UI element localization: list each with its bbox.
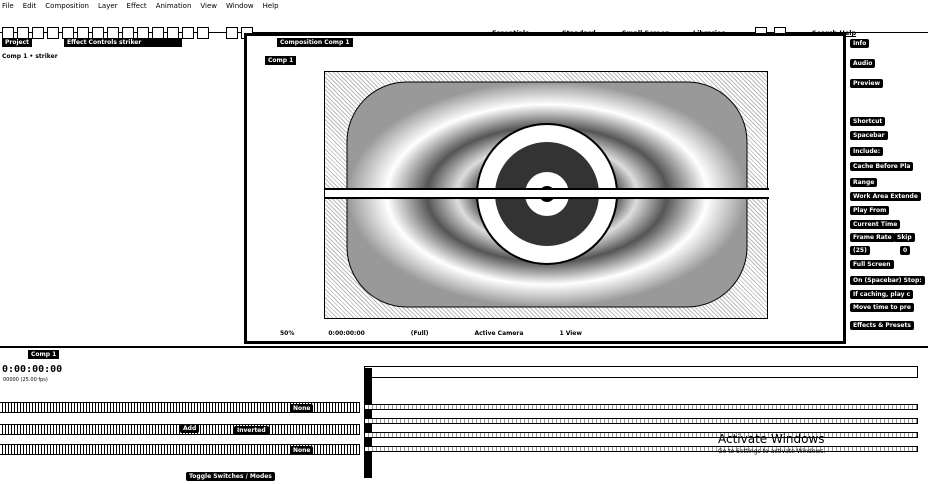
full-screen-checkbox[interactable]: Full Screen [850,260,894,269]
menu-file[interactable]: File [2,2,14,10]
cache-before-playback-checkbox[interactable]: Cache Before Pla [850,162,914,171]
menu-help[interactable]: Help [263,2,279,10]
composition-viewer[interactable] [324,71,769,319]
snapping-icon[interactable] [226,27,238,39]
skip-select[interactable]: 0 [900,246,911,255]
menu-window[interactable]: Window [226,2,254,10]
audio-panel-tab[interactable]: Audio [850,59,876,68]
timeline-timecode[interactable]: 0:00:00:00 [2,364,62,375]
tab-composition[interactable]: Composition Comp 1 [277,38,353,47]
mask-mode-select[interactable]: Add [180,424,200,433]
timeline-panel: Comp 1 0:00:00:00 00000 (25.00 fps) None… [0,346,928,484]
roto-brush-tool-icon[interactable] [182,27,194,39]
preview-panel-tab[interactable]: Preview [850,79,884,88]
on-spacebar-stop-label: On (Spacebar) Stop: [850,276,925,285]
camera-select[interactable]: Active Camera [474,330,523,337]
view-layout-select[interactable]: 1 View [559,330,581,337]
move-time-checkbox[interactable]: Move time to pre [850,303,914,312]
effects-presets-tab[interactable]: Effects & Presets [850,321,914,330]
zoom-select[interactable]: 50% [280,330,294,337]
rotate-tool-icon[interactable] [47,27,59,39]
menu-layer[interactable]: Layer [98,2,118,10]
puppet-tool-icon[interactable] [197,27,209,39]
shortcut-select[interactable]: Spacebar [850,131,888,140]
comp-viewer-controls: 50% 0:00:00:00 (Full) Active Camera 1 Vi… [250,327,840,339]
frame-rate-label: Frame Rate [850,233,895,242]
effect-controls-breadcrumb: Comp 1 • striker [2,53,58,60]
zoom-tool-icon[interactable] [32,27,44,39]
menu-composition[interactable]: Composition [45,2,89,10]
current-time-display[interactable]: 0:00:00:00 [328,330,364,337]
tab-project[interactable]: Project [2,38,33,47]
right-panels: Info Audio Preview Shortcut Spacebar Inc… [848,33,928,345]
track-bar [364,404,918,410]
resolution-select[interactable]: (Full) [411,330,429,337]
info-panel-tab[interactable]: Info [850,39,870,48]
track-bar [364,446,918,452]
tools-toolbar: Essentials Standard Small Screen Librari… [0,12,928,39]
play-from-label: Play From [850,206,890,215]
inverted-checkbox[interactable]: Inverted [234,426,269,435]
tab-timeline-comp[interactable]: Comp 1 [28,350,60,359]
comp-render-image [325,81,769,308]
tab-effect-controls[interactable]: Effect Controls striker [64,38,182,47]
track-bar [364,418,918,424]
comp-breadcrumb[interactable]: Comp 1 [265,56,297,65]
menu-effect[interactable]: Effect [127,2,147,10]
frame-rate-select[interactable]: (25) [850,246,870,255]
include-label: Include: [850,147,884,156]
menu-bar: File Edit Composition Layer Effect Anima… [0,0,928,11]
shortcut-label: Shortcut [850,117,886,126]
activate-windows-title: Activate Windows [718,432,825,446]
menu-edit[interactable]: Edit [23,2,37,10]
menu-animation[interactable]: Animation [156,2,192,10]
if-caching-checkbox[interactable]: If caching, play c [850,290,914,299]
toggle-switches-modes[interactable]: Toggle Switches / Modes [186,472,275,481]
activate-windows-subtitle: Go to Settings to activate Windows. [718,448,826,455]
track-bar [364,432,918,438]
time-ruler[interactable] [364,366,918,378]
parent-select[interactable]: None [290,446,314,455]
range-label: Range [850,178,878,187]
skip-label: Skip [894,233,915,242]
menu-view[interactable]: View [200,2,217,10]
play-from-select[interactable]: Current Time [850,220,901,229]
range-select[interactable]: Work Area Extende [850,192,921,201]
parent-select[interactable]: None [290,404,314,413]
timeline-fps: 00000 (25.00 fps) [3,377,48,383]
